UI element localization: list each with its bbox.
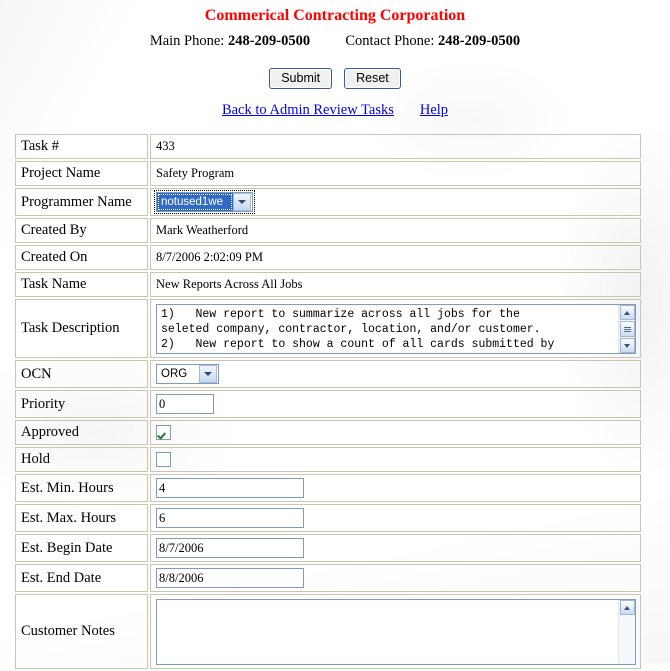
- page-root: Commerical Contracting Corporation Main …: [0, 0, 670, 671]
- task-detail-table: Task # 433 Project Name Safety Program P…: [13, 132, 643, 671]
- main-phone-label: Main Phone:: [149, 33, 225, 49]
- cell-est-begin-date: [150, 534, 641, 562]
- label-created-by: Created By: [15, 218, 148, 243]
- cell-est-max-hours: [150, 504, 641, 532]
- label-programmer-name: Programmer Name: [15, 188, 148, 216]
- back-to-admin-review-tasks-link[interactable]: Back to Admin Review Tasks: [222, 102, 394, 118]
- cell-est-end-date: [150, 564, 641, 592]
- submit-button[interactable]: Submit: [269, 68, 333, 89]
- table-row-customer-notes: Customer Notes: [15, 594, 641, 669]
- cell-est-min-hours: [150, 474, 641, 502]
- table-row-programmer-name: Programmer Name notused1we: [15, 188, 641, 216]
- value-task-number: 433: [150, 134, 641, 159]
- task-description-scrollbar[interactable]: [618, 305, 635, 353]
- table-row-task-name: Task Name New Reports Across All Jobs: [15, 272, 641, 297]
- chevron-down-icon[interactable]: [233, 193, 251, 211]
- table-row-est-end-date: Est. End Date: [15, 564, 641, 592]
- cell-hold: [150, 447, 641, 472]
- table-row-task-description: Task Description 1) New report to summar…: [15, 299, 641, 358]
- est-max-hours-input[interactable]: [156, 508, 304, 528]
- priority-input[interactable]: [156, 394, 214, 414]
- table-row-created-by: Created By Mark Weatherford: [15, 218, 641, 243]
- table-row-approved: Approved: [15, 420, 641, 445]
- scroll-up-icon[interactable]: [619, 600, 635, 615]
- main-phone-value: 248-209-0500: [227, 33, 311, 49]
- help-link[interactable]: Help: [420, 102, 448, 118]
- label-approved: Approved: [15, 420, 148, 445]
- cell-task-description: 1) New report to summarize across all jo…: [150, 299, 641, 358]
- contact-phone-value: 248-209-0500: [438, 33, 521, 49]
- value-created-on: 8/7/2006 2:02:09 PM: [150, 245, 641, 270]
- label-hold: Hold: [15, 447, 148, 472]
- programmer-name-selected-value: notused1we: [157, 193, 233, 211]
- label-est-begin-date: Est. Begin Date: [15, 534, 148, 562]
- customer-notes-textarea[interactable]: [156, 599, 636, 665]
- value-created-by: Mark Weatherford: [150, 218, 641, 243]
- scrollbar-thumb[interactable]: [619, 321, 635, 337]
- table-row-created-on: Created On 8/7/2006 2:02:09 PM: [15, 245, 641, 270]
- task-description-textarea[interactable]: 1) New report to summarize across all jo…: [156, 304, 636, 354]
- est-end-date-input[interactable]: [156, 568, 304, 588]
- table-row-ocn: OCN ORG: [15, 360, 641, 388]
- cell-programmer-name: notused1we: [150, 188, 641, 216]
- phone-line: Main Phone: 248-209-0500 Contact Phone: …: [0, 25, 670, 50]
- chevron-down-icon[interactable]: [199, 365, 217, 383]
- label-est-end-date: Est. End Date: [15, 564, 148, 592]
- label-customer-notes: Customer Notes: [15, 594, 148, 669]
- table-row-est-begin-date: Est. Begin Date: [15, 534, 641, 562]
- ocn-selected-value: ORG: [161, 368, 188, 380]
- table-row-hold: Hold: [15, 447, 641, 472]
- scroll-up-icon[interactable]: [619, 305, 635, 320]
- table-row-priority: Priority: [15, 390, 641, 418]
- form-button-row: Submit Reset: [0, 50, 670, 89]
- label-task-name: Task Name: [15, 272, 148, 297]
- page-header: Commerical Contracting Corporation Main …: [0, 0, 670, 50]
- company-title: Commerical Contracting Corporation: [204, 7, 466, 24]
- hold-checkbox[interactable]: [156, 452, 171, 468]
- table-row-project-name: Project Name Safety Program: [15, 161, 641, 186]
- value-project-name: Safety Program: [150, 161, 641, 186]
- ocn-select[interactable]: ORG: [156, 364, 219, 384]
- label-created-on: Created On: [15, 245, 148, 270]
- table-row-task-number: Task # 433: [15, 134, 641, 159]
- reset-button[interactable]: Reset: [344, 68, 401, 89]
- table-row-est-max-hours: Est. Max. Hours: [15, 504, 641, 532]
- navigation-link-row: Back to Admin Review Tasks Help: [0, 89, 670, 119]
- label-task-number: Task #: [15, 134, 148, 159]
- table-row-est-min-hours: Est. Min. Hours: [15, 474, 641, 502]
- customer-notes-text: [157, 600, 635, 664]
- contact-phone-label: Contact Phone:: [345, 33, 435, 49]
- programmer-name-select[interactable]: notused1we: [154, 190, 255, 214]
- label-priority: Priority: [15, 390, 148, 418]
- approved-checkbox[interactable]: [156, 425, 171, 441]
- task-description-text: 1) New report to summarize across all jo…: [161, 308, 555, 351]
- label-est-max-hours: Est. Max. Hours: [15, 504, 148, 532]
- cell-ocn: ORG: [150, 360, 641, 388]
- cell-priority: [150, 390, 641, 418]
- scroll-down-icon[interactable]: [619, 338, 635, 353]
- scrollbar-track[interactable]: [619, 615, 635, 664]
- est-begin-date-input[interactable]: [156, 538, 304, 558]
- label-project-name: Project Name: [15, 161, 148, 186]
- customer-notes-scrollbar[interactable]: [618, 600, 635, 664]
- value-task-name: New Reports Across All Jobs: [150, 272, 641, 297]
- label-est-min-hours: Est. Min. Hours: [15, 474, 148, 502]
- label-ocn: OCN: [15, 360, 148, 388]
- cell-approved: [150, 420, 641, 445]
- est-min-hours-input[interactable]: [156, 478, 304, 498]
- cell-customer-notes: [150, 594, 641, 669]
- label-task-description: Task Description: [15, 299, 148, 358]
